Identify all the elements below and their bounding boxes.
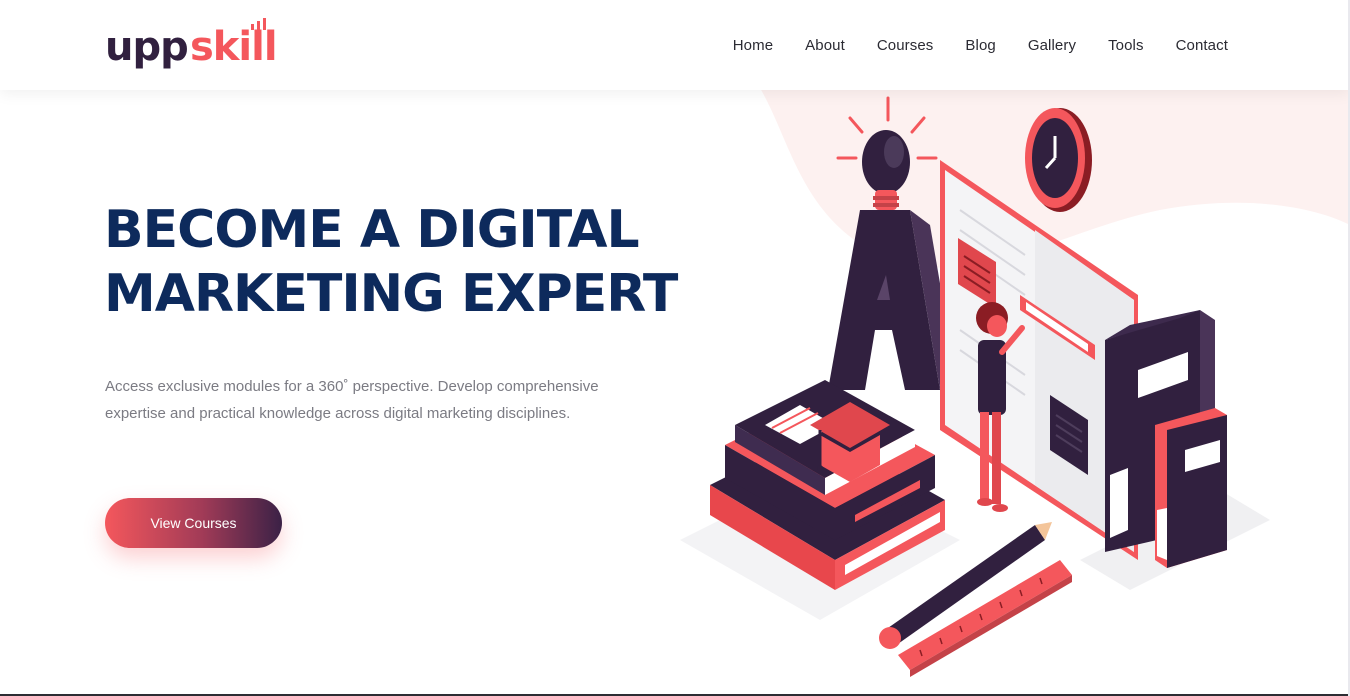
nav-tools-link[interactable]: Tools [1092, 37, 1160, 54]
site-header: upp skill Home About Courses Blog Galler… [0, 0, 1350, 90]
nav-about-link[interactable]: About [789, 37, 861, 54]
nav-home-link[interactable]: Home [717, 37, 789, 54]
main-nav: Home About Courses Blog Gallery Tools Co… [717, 0, 1228, 90]
lightbulb-icon [862, 130, 910, 210]
landing-page: upp skill Home About Courses Blog Galler… [0, 0, 1350, 696]
logo-text-dark: upp [105, 24, 188, 70]
logo-text-accent: skill [190, 24, 277, 70]
clock-icon [1025, 108, 1092, 212]
uppskill-logo[interactable]: upp skill [105, 18, 280, 74]
nav-blog-link[interactable]: Blog [949, 37, 1011, 54]
hero-description: Access exclusive modules for a 360˚ pers… [105, 378, 599, 422]
hero-illustration [680, 96, 1270, 677]
hero-title-line-2: MARKETING EXPERT [104, 264, 678, 324]
binders-icon [1105, 310, 1227, 568]
view-courses-button[interactable]: View Courses [105, 498, 282, 548]
nav-courses-link[interactable]: Courses [861, 37, 950, 54]
nav-gallery-link[interactable]: Gallery [1012, 37, 1092, 54]
hero-title-line-1: BECOME A DIGITAL [104, 200, 640, 260]
nav-contact-link[interactable]: Contact [1160, 37, 1228, 54]
hero-title: BECOME A DIGITAL MARKETING EXPERT [104, 198, 704, 326]
